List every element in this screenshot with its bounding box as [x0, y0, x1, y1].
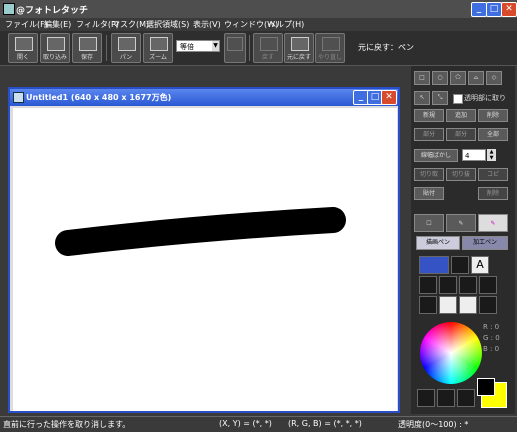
line-tool-icon[interactable]	[419, 276, 437, 294]
brush-size-stepper[interactable]: ▲ ▼	[487, 149, 496, 161]
back-button[interactable]: 戻す	[253, 33, 283, 63]
menu-view[interactable]: 表示(V)	[193, 19, 221, 30]
airbrush-tool-icon[interactable]	[451, 256, 469, 274]
filled-ellipse-tool-icon[interactable]	[459, 296, 477, 314]
statusbar: 直前に行った操作を取り消します。 (X, Y) = (*, *) (R, G, …	[0, 416, 517, 432]
lasso-select-icon[interactable]: ◇	[486, 71, 502, 85]
canvas-drawing	[55, 207, 346, 256]
maximize-icon[interactable]: □	[486, 2, 502, 17]
pencil-tool-icon[interactable]	[419, 256, 449, 274]
app-icon	[3, 3, 15, 15]
undo-status: 元に戻す：ペン	[358, 43, 414, 52]
drop-tool-icon[interactable]	[479, 296, 497, 314]
ellipse-tool-icon[interactable]	[459, 276, 477, 294]
menu-help[interactable]: ヘルプ(H)	[268, 19, 304, 30]
folder-icon	[15, 37, 33, 51]
erase-button[interactable]: 削除	[478, 187, 508, 200]
rgb-g-value: G : 0	[483, 334, 500, 342]
close-icon[interactable]: ✕	[501, 2, 517, 17]
rect-select-icon[interactable]: □	[414, 71, 430, 85]
document-titlebar: Untitled1 (640 x 480 x 1677万色) _ □ ✕	[10, 89, 398, 106]
undo-button[interactable]: 元に戻す	[284, 33, 314, 63]
zoom-button[interactable]: ズーム	[143, 33, 173, 63]
document-icon	[13, 92, 24, 103]
status-rgb: (R, G, B) = (*, *, *)	[288, 419, 362, 428]
redo-icon	[322, 37, 340, 51]
polygon-select-icon[interactable]: ⬠	[450, 71, 466, 85]
wand-icon[interactable]: ↖	[414, 91, 430, 105]
magic-wand-icon[interactable]: ⤡	[432, 91, 448, 105]
open-button[interactable]: 開く	[8, 33, 38, 63]
polyline-tool-icon[interactable]	[419, 296, 437, 314]
tab-drawing-pen[interactable]: 描画ペン	[416, 236, 460, 250]
toolbar-separator	[106, 35, 107, 61]
swap-colors-icon[interactable]	[457, 389, 475, 407]
new-button[interactable]: 新規	[414, 109, 444, 122]
import-button[interactable]: 取り込み	[40, 33, 70, 63]
back-icon	[260, 37, 278, 51]
crop-button[interactable]: 切り抜	[446, 168, 476, 181]
delete-button[interactable]: 削除	[478, 109, 508, 122]
toolbar: 開く 取り込み 保存 パン ズーム 戻す 元に戻す やり直し	[0, 31, 517, 66]
select-mode-icon[interactable]: ☐	[414, 214, 444, 232]
redo-button[interactable]: やり直し	[315, 33, 345, 63]
save-icon	[79, 37, 97, 51]
pan-button[interactable]: パン	[111, 33, 141, 63]
menu-mask[interactable]: マスク(M)	[112, 19, 149, 30]
color-wheel[interactable]	[420, 322, 482, 384]
partial-button-2[interactable]: 部分	[446, 128, 476, 141]
menu-file[interactable]: ファイル(F)	[5, 19, 48, 30]
fit-button[interactable]	[224, 33, 246, 63]
rgb-r-value: R : 0	[483, 323, 500, 331]
brush-stroke	[55, 207, 346, 256]
minimize-icon[interactable]: _	[471, 2, 487, 17]
zoom-icon	[150, 37, 168, 51]
save-button[interactable]: 保存	[72, 33, 102, 63]
pen-mode-icon[interactable]: ✎	[446, 214, 476, 232]
menubar: ファイル(F) 編集(E) フィルタ(P) マスク(M) 選択領域(S) 表示(…	[0, 18, 517, 31]
document-window: Untitled1 (640 x 480 x 1677万色) _ □ ✕	[8, 87, 400, 413]
doc-close-icon[interactable]: ✕	[381, 90, 397, 105]
add-button[interactable]: 追加	[446, 109, 476, 122]
fill-tool-icon[interactable]	[479, 276, 497, 294]
status-message: 直前に行った操作を取り消します。	[3, 420, 131, 429]
undo-icon	[291, 37, 309, 51]
import-icon	[47, 37, 65, 51]
copy-button[interactable]: コピ	[478, 168, 508, 181]
palette-icon[interactable]	[437, 389, 455, 407]
text-tool-icon[interactable]: A	[471, 256, 489, 274]
pan-icon	[118, 37, 136, 51]
rect-tool-icon[interactable]	[439, 276, 457, 294]
all-button[interactable]: 全部	[478, 128, 508, 141]
app-titlebar: @フォトレタッチ _ □ ✕	[0, 0, 517, 19]
status-coords: (X, Y) = (*, *)	[219, 419, 272, 428]
tab-processing-pen[interactable]: 加工ペン	[462, 236, 508, 250]
ellipse-select-icon[interactable]: ○	[432, 71, 448, 85]
chevron-down-icon[interactable]: ▼	[212, 41, 219, 51]
rgb-b-value: B : 0	[483, 345, 500, 353]
foreground-color-swatch[interactable]	[477, 378, 495, 396]
freeform-select-icon[interactable]: ⌓	[468, 71, 484, 85]
cut-button[interactable]: 切り取	[414, 168, 444, 181]
transparent-checkbox[interactable]	[453, 94, 463, 104]
fit-icon	[227, 37, 243, 51]
paste-button[interactable]: 貼付	[414, 187, 444, 200]
app-title: @フォトレタッチ	[16, 6, 89, 16]
document-title: Untitled1 (640 x 480 x 1677万色)	[26, 93, 172, 102]
paint-mode-icon[interactable]: ✎	[478, 214, 508, 232]
status-transparency: 透明度(0〜100) : *	[398, 420, 469, 429]
menu-selection[interactable]: 選択領域(S)	[146, 19, 189, 30]
brush-blur-button[interactable]: 線幅ばかし	[414, 149, 458, 162]
menu-edit[interactable]: 編集(E)	[44, 19, 71, 30]
brush-size-input[interactable]: 4	[462, 149, 486, 161]
filled-rect-tool-icon[interactable]	[439, 296, 457, 314]
tool-panel: □ ○ ⬠ ⌓ ◇ ↖ ⤡ 透明部に取り 新規 追加 削除 部分 部分 全部 線…	[411, 66, 515, 414]
transparent-label: 透明部に取り	[464, 94, 506, 102]
drawing-canvas[interactable]	[13, 108, 397, 411]
eyedropper-icon[interactable]	[417, 389, 435, 407]
toolbar-separator	[249, 35, 250, 61]
partial-button-1[interactable]: 部分	[414, 128, 444, 141]
